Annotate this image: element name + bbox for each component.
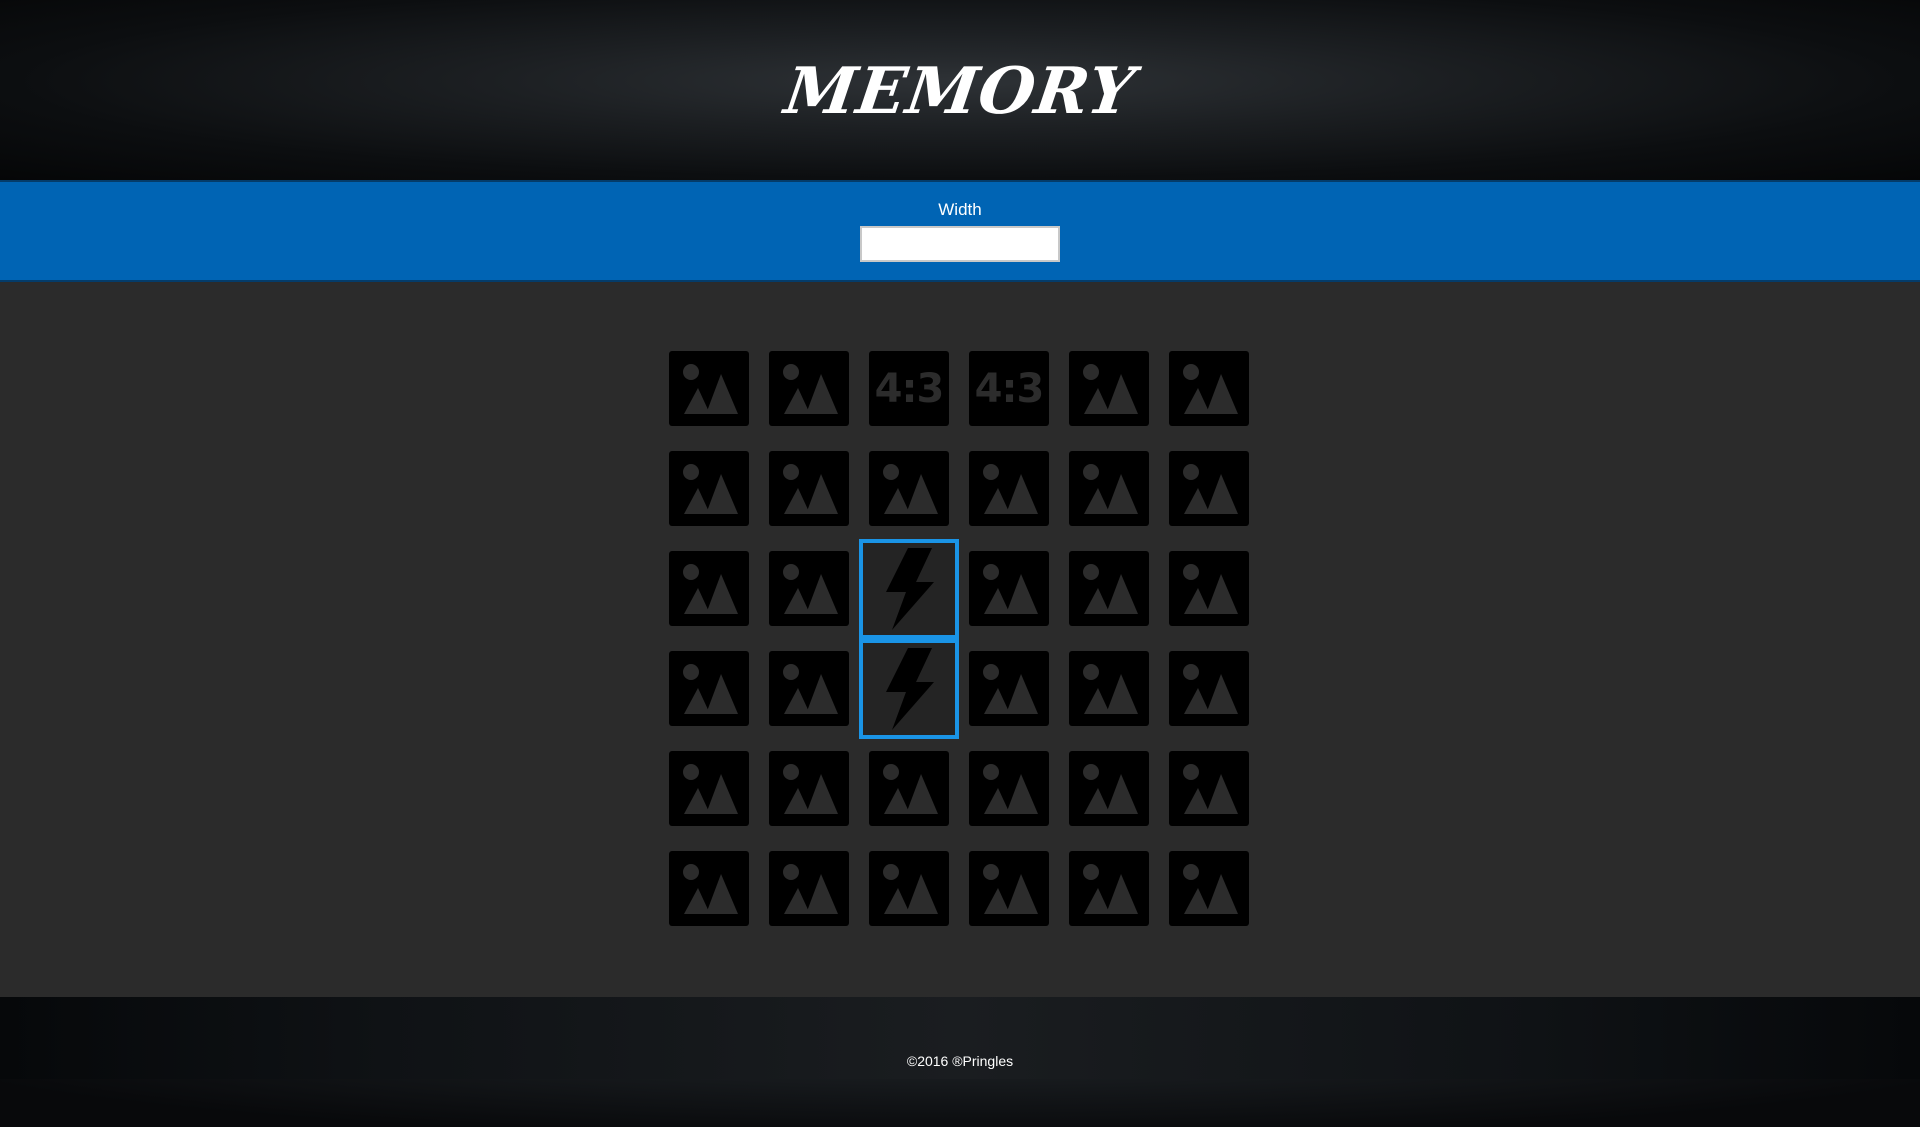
image-placeholder-icon [678, 760, 740, 818]
image-placeholder-icon [1078, 860, 1140, 918]
memory-card[interactable] [669, 651, 749, 726]
image-placeholder-icon [1178, 360, 1240, 418]
image-placeholder-icon [1178, 460, 1240, 518]
memory-card[interactable] [1069, 851, 1149, 926]
memory-card[interactable] [769, 851, 849, 926]
image-placeholder-icon [1178, 760, 1240, 818]
memory-card[interactable]: 4:3 [869, 351, 949, 426]
memory-card[interactable] [969, 551, 1049, 626]
width-label: Width [938, 200, 982, 219]
image-placeholder-icon [678, 860, 740, 918]
image-placeholder-icon [778, 660, 840, 718]
memory-card[interactable] [1169, 751, 1249, 826]
image-placeholder-icon [1078, 460, 1140, 518]
memory-card[interactable] [1069, 651, 1149, 726]
memory-card[interactable] [769, 351, 849, 426]
memory-card[interactable] [1169, 651, 1249, 726]
game-board-area: 4:3 4:3 [0, 282, 1920, 997]
memory-card[interactable] [1069, 551, 1149, 626]
image-placeholder-icon [678, 560, 740, 618]
controls-bar: Width [0, 180, 1920, 282]
memory-card[interactable] [969, 751, 1049, 826]
memory-card[interactable] [769, 651, 849, 726]
width-input[interactable] [860, 226, 1060, 262]
memory-card[interactable] [969, 651, 1049, 726]
memory-card[interactable] [969, 451, 1049, 526]
image-placeholder-icon [978, 860, 1040, 918]
image-placeholder-icon [678, 660, 740, 718]
lightning-bolt-icon [878, 646, 940, 732]
memory-card[interactable] [669, 851, 749, 926]
image-placeholder-icon [878, 760, 940, 818]
memory-card[interactable] [969, 851, 1049, 926]
memory-card[interactable] [769, 551, 849, 626]
image-placeholder-icon [1078, 660, 1140, 718]
image-placeholder-icon [978, 460, 1040, 518]
image-placeholder-icon [778, 360, 840, 418]
memory-card[interactable] [669, 551, 749, 626]
memory-card[interactable] [669, 451, 749, 526]
memory-card[interactable] [869, 751, 949, 826]
image-placeholder-icon [978, 760, 1040, 818]
memory-card[interactable] [1069, 351, 1149, 426]
memory-card[interactable] [1169, 451, 1249, 526]
image-placeholder-icon [778, 760, 840, 818]
memory-card[interactable] [869, 451, 949, 526]
image-placeholder-icon [1178, 660, 1240, 718]
image-placeholder-icon [1078, 360, 1140, 418]
image-placeholder-icon [1178, 560, 1240, 618]
memory-card[interactable] [1069, 451, 1149, 526]
aspect-ratio-icon: 4:3 [874, 365, 945, 412]
aspect-ratio-icon: 4:3 [974, 365, 1045, 412]
memory-card[interactable] [1169, 351, 1249, 426]
memory-card[interactable] [769, 751, 849, 826]
image-placeholder-icon [678, 460, 740, 518]
image-placeholder-icon [778, 560, 840, 618]
footer: ©2016 ®Pringles [0, 997, 1920, 1127]
memory-card[interactable]: 4:3 [969, 351, 1049, 426]
image-placeholder-icon [978, 660, 1040, 718]
copyright-text: ©2016 ®Pringles [906, 1053, 1014, 1069]
page-title: MEMORY [780, 54, 1140, 129]
memory-card[interactable] [769, 451, 849, 526]
header: MEMORY [0, 0, 1920, 180]
memory-card[interactable] [1169, 851, 1249, 926]
image-placeholder-icon [1078, 760, 1140, 818]
image-placeholder-icon [878, 860, 940, 918]
memory-card[interactable] [669, 351, 749, 426]
memory-card[interactable] [1069, 751, 1149, 826]
image-placeholder-icon [778, 460, 840, 518]
memory-card[interactable] [1169, 551, 1249, 626]
memory-card[interactable] [669, 751, 749, 826]
card-grid: 4:3 4:3 [669, 351, 1249, 926]
image-placeholder-icon [878, 460, 940, 518]
memory-card[interactable] [869, 851, 949, 926]
image-placeholder-icon [778, 860, 840, 918]
image-placeholder-icon [978, 560, 1040, 618]
image-placeholder-icon [678, 360, 740, 418]
memory-card[interactable] [859, 539, 959, 639]
image-placeholder-icon [1178, 860, 1240, 918]
memory-card[interactable] [859, 639, 959, 739]
image-placeholder-icon [1078, 560, 1140, 618]
lightning-bolt-icon [878, 546, 940, 632]
